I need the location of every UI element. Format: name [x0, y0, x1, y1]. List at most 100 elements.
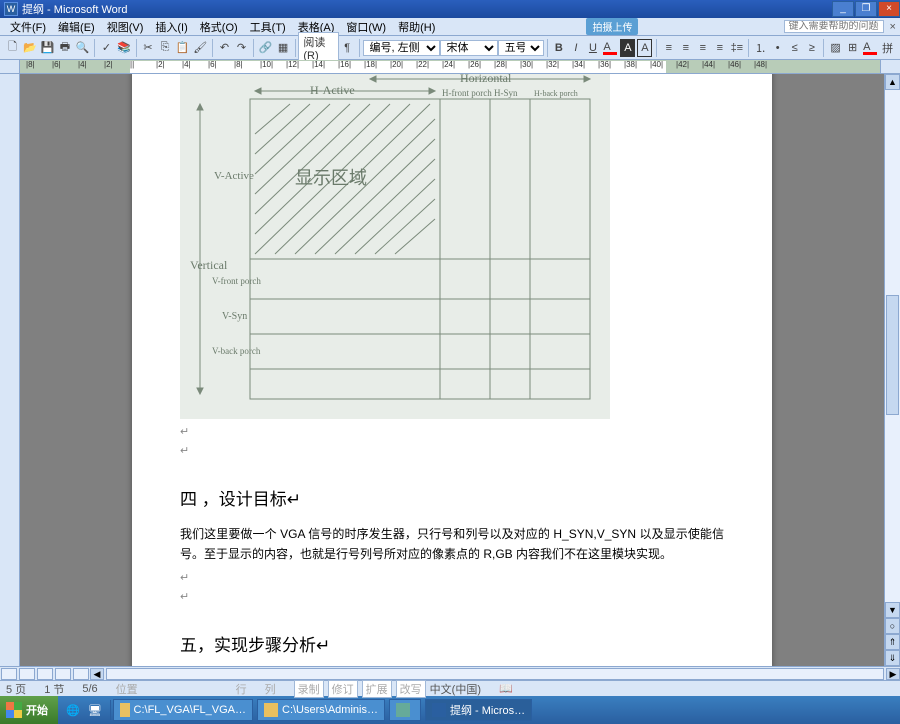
- increase-indent-icon[interactable]: ≥: [804, 39, 819, 57]
- paste-icon[interactable]: 📋: [175, 39, 191, 57]
- status-ovr[interactable]: 改写: [396, 680, 426, 698]
- document-area: Horizontal H-Active H-front porch H-Syn …: [0, 74, 900, 666]
- view-print-button[interactable]: [37, 668, 53, 680]
- minimize-button[interactable]: _: [832, 1, 854, 17]
- heading-5-number: 五，: [180, 636, 214, 655]
- heading-4[interactable]: 四 ，设计目标↵: [180, 485, 724, 510]
- prev-page-button[interactable]: ⇑: [885, 634, 900, 650]
- sketch-hback-label: H-back porch: [534, 89, 578, 98]
- windows-flag-icon: [6, 702, 22, 718]
- horizontal-scrollbar[interactable]: [106, 668, 884, 680]
- status-pages: 5/6: [82, 683, 97, 695]
- next-page-button[interactable]: ⇓: [885, 650, 900, 666]
- maximize-button[interactable]: ❐: [855, 1, 877, 17]
- sketch-vsync-label: V-Syn: [222, 311, 247, 322]
- doc-close-button[interactable]: ×: [890, 21, 896, 33]
- menu-tools[interactable]: 工具(T): [244, 19, 292, 35]
- scroll-up-button[interactable]: ▲: [885, 74, 900, 90]
- align-center-icon[interactable]: ≡: [678, 39, 693, 57]
- phonetic-icon[interactable]: 拼: [880, 39, 895, 57]
- view-normal-button[interactable]: [1, 668, 17, 680]
- vertical-scrollbar[interactable]: ▲ ▼ ○ ⇑ ⇓: [884, 74, 900, 666]
- hscroll-right[interactable]: ▶: [886, 668, 900, 680]
- scroll-down-button[interactable]: ▼: [885, 602, 900, 618]
- menu-view[interactable]: 视图(V): [101, 19, 150, 35]
- border-icon[interactable]: ⊞: [845, 39, 860, 57]
- view-reading-button[interactable]: [73, 668, 89, 680]
- body-paragraph-4[interactable]: 我们这里要做一个 VGA 信号的时序发生器，只行号和列号以及对应的 H_SYN,…: [180, 524, 724, 565]
- cut-icon[interactable]: ✂: [140, 39, 155, 57]
- line-spacing-icon[interactable]: ‡≡: [729, 39, 744, 57]
- bold-button[interactable]: B: [551, 39, 566, 57]
- taskbar-task-word[interactable]: 提纲 - Micros…: [425, 699, 532, 721]
- menu-format[interactable]: 格式(O): [194, 19, 244, 35]
- status-position: 位置: [116, 681, 138, 697]
- menu-help[interactable]: 帮助(H): [392, 19, 441, 35]
- font-select[interactable]: 宋体: [440, 40, 498, 56]
- menu-edit[interactable]: 编辑(E): [52, 19, 101, 35]
- app-icon: [396, 703, 410, 717]
- menu-window[interactable]: 窗口(W): [340, 19, 392, 35]
- spellcheck-icon[interactable]: ✓: [99, 39, 114, 57]
- size-select[interactable]: 五号: [498, 40, 544, 56]
- char-border-button[interactable]: A: [637, 39, 652, 57]
- view-outline-button[interactable]: [55, 668, 71, 680]
- ruler-corner[interactable]: [0, 60, 20, 73]
- status-ext[interactable]: 扩展: [362, 680, 392, 698]
- font-color-button[interactable]: A: [602, 39, 618, 57]
- bullets-icon[interactable]: •: [770, 39, 785, 57]
- help-search-input[interactable]: [784, 20, 884, 33]
- numbering-icon[interactable]: ⒈: [753, 39, 768, 57]
- ql-desktop-icon[interactable]: 🖥: [85, 700, 105, 720]
- research-icon[interactable]: 📚: [116, 39, 132, 57]
- preview-icon[interactable]: 🔍: [74, 39, 90, 57]
- taskbar-task-folder2[interactable]: C:\Users\Adminis…: [257, 699, 385, 721]
- show-marks-icon[interactable]: ¶: [340, 39, 355, 57]
- hscroll-left[interactable]: ◀: [90, 668, 104, 680]
- scroll-track[interactable]: [885, 90, 900, 602]
- status-book-icon[interactable]: 📖: [499, 682, 513, 695]
- scroll-thumb[interactable]: [886, 295, 899, 415]
- upload-button[interactable]: 拍摄上传: [586, 18, 638, 35]
- status-col: 列: [265, 681, 276, 697]
- ql-browser-icon[interactable]: 🌐: [63, 700, 83, 720]
- align-right-icon[interactable]: ≡: [695, 39, 710, 57]
- new-icon[interactable]: 🗋: [5, 39, 20, 57]
- underline-button[interactable]: U: [585, 39, 600, 57]
- font-color2-button[interactable]: A: [862, 39, 878, 57]
- status-rec[interactable]: 录制: [294, 680, 324, 698]
- horizontal-ruler[interactable]: |8||6||4||2||||2||4||6||8||10||12||14||1…: [20, 60, 880, 73]
- select-browse-object[interactable]: ○: [885, 618, 900, 634]
- save-icon[interactable]: 💾: [40, 39, 56, 57]
- heading-5[interactable]: 五，实现步骤分析↵: [180, 631, 724, 656]
- task-label: C:\FL_VGA\FL_VGA…: [134, 704, 246, 716]
- menu-file[interactable]: 文件(F): [4, 19, 52, 35]
- hyperlink-icon[interactable]: 🔗: [258, 39, 274, 57]
- align-left-icon[interactable]: ≡: [661, 39, 676, 57]
- task-label: 提纲 - Micros…: [450, 702, 525, 718]
- copy-icon[interactable]: ⎘: [158, 39, 173, 57]
- style-select[interactable]: 编号, 左侧: [363, 40, 440, 56]
- print-icon[interactable]: 🖶: [57, 39, 72, 57]
- align-justify-icon[interactable]: ≡: [712, 39, 727, 57]
- view-web-button[interactable]: [19, 668, 35, 680]
- char-shading-button[interactable]: A: [620, 39, 635, 57]
- vertical-ruler[interactable]: [0, 74, 20, 666]
- table-icon[interactable]: ▦: [276, 39, 291, 57]
- reading-button[interactable]: 阅读(R): [298, 32, 338, 64]
- redo-icon[interactable]: ↷: [234, 39, 249, 57]
- open-icon[interactable]: 📂: [22, 39, 38, 57]
- status-lang[interactable]: 中文(中国): [430, 681, 481, 697]
- italic-button[interactable]: I: [568, 39, 583, 57]
- taskbar-task-unknown[interactable]: [389, 699, 421, 721]
- decrease-indent-icon[interactable]: ≤: [787, 39, 802, 57]
- menu-insert[interactable]: 插入(I): [149, 19, 193, 35]
- highlight-icon[interactable]: ▨: [828, 39, 843, 57]
- undo-icon[interactable]: ↶: [217, 39, 232, 57]
- format-painter-icon[interactable]: 🖌: [192, 39, 208, 57]
- taskbar-task-folder1[interactable]: C:\FL_VGA\FL_VGA…: [113, 699, 253, 721]
- close-button[interactable]: ×: [878, 1, 900, 17]
- status-rev[interactable]: 修订: [328, 680, 358, 698]
- sketch-image: Horizontal H-Active H-front porch H-Syn …: [180, 74, 610, 419]
- document-scroll[interactable]: Horizontal H-Active H-front porch H-Syn …: [20, 74, 884, 666]
